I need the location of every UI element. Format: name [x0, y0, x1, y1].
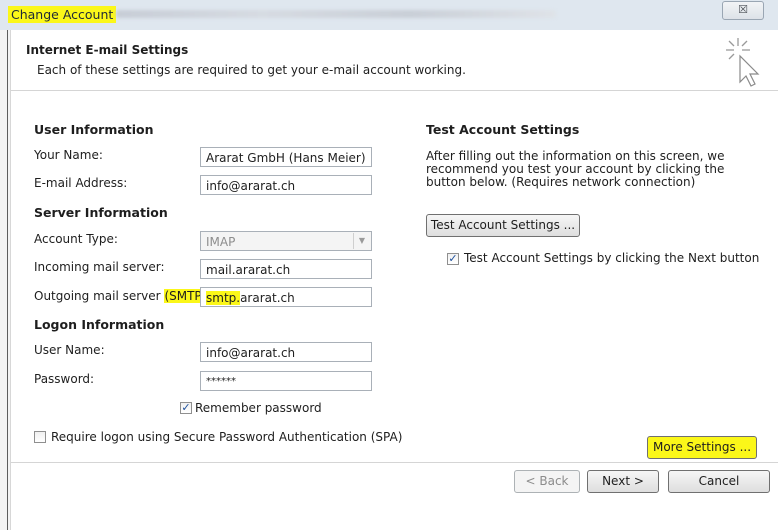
username-label: User Name:	[34, 343, 105, 357]
password-field[interactable]: ******	[200, 371, 372, 391]
logon-info-heading: Logon Information	[34, 317, 165, 332]
window-title: Change Account	[8, 6, 117, 23]
outgoing-server-field[interactable]: smtp.ararat.ch	[200, 287, 372, 307]
email-label: E-mail Address:	[34, 176, 128, 190]
outgoing-server-value: ararat.ch	[240, 291, 295, 305]
back-button: < Back	[514, 470, 580, 493]
spa-label: Require logon using Secure Password Auth…	[51, 430, 403, 444]
remember-password-label: Remember password	[195, 401, 322, 415]
server-info-heading: Server Information	[34, 205, 168, 220]
incoming-server-label: Incoming mail server:	[34, 260, 165, 274]
dialog-header	[11, 30, 778, 91]
remember-password-checkbox[interactable]: ✓	[180, 402, 192, 414]
user-info-heading: User Information	[34, 122, 154, 137]
test-settings-heading: Test Account Settings	[426, 122, 580, 137]
account-type-label: Account Type:	[34, 232, 118, 246]
window-border-line	[7, 30, 8, 530]
more-settings-button[interactable]: More Settings ...	[647, 436, 757, 459]
spa-checkbox[interactable]	[34, 431, 46, 443]
test-account-settings-button[interactable]: Test Account Settings ...	[426, 214, 580, 237]
test-settings-description: After filling out the information on thi…	[426, 149, 725, 189]
your-name-label: Your Name:	[34, 148, 103, 162]
email-field[interactable]: info@ararat.ch	[200, 175, 372, 195]
close-button[interactable]: ☒	[722, 1, 764, 20]
password-label: Password:	[34, 372, 95, 386]
window-left-edge	[0, 30, 11, 530]
chevron-down-icon: ▼	[353, 233, 370, 249]
title-redacted-text	[116, 10, 556, 18]
test-on-next-label: Test Account Settings by clicking the Ne…	[464, 251, 760, 265]
header-subtitle: Each of these settings are required to g…	[37, 63, 466, 77]
username-field[interactable]: info@ararat.ch	[200, 342, 372, 362]
footer-divider	[11, 462, 778, 463]
incoming-server-field[interactable]: mail.ararat.ch	[200, 259, 372, 279]
cancel-button[interactable]: Cancel	[668, 470, 770, 493]
account-type-select: IMAP ▼	[200, 231, 372, 251]
next-button[interactable]: Next >	[587, 470, 659, 493]
test-on-next-checkbox[interactable]: ✓	[447, 253, 459, 265]
header-title: Internet E-mail Settings	[26, 43, 189, 57]
your-name-field[interactable]: Ararat GmbH (Hans Meier)	[200, 147, 372, 167]
wizard-cursor-icon	[726, 38, 760, 87]
outgoing-label-text: Outgoing mail server	[34, 289, 161, 303]
smtp-prefix-highlight: smtp.	[206, 291, 241, 305]
outgoing-server-label: Outgoing mail server (SMTP):	[34, 289, 211, 303]
account-type-value: IMAP	[206, 235, 236, 249]
